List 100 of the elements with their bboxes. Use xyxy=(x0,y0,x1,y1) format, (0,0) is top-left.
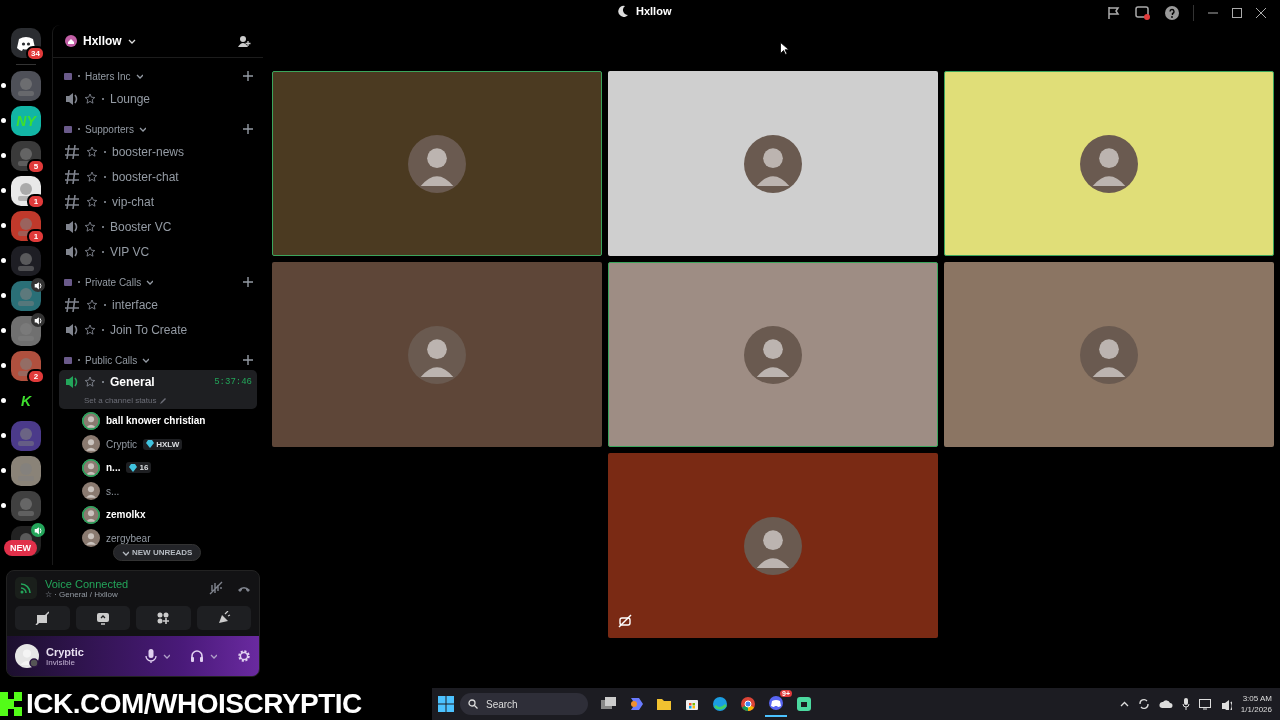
channel-name: Lounge xyxy=(110,91,151,106)
chevron-down-icon[interactable] xyxy=(142,357,150,363)
video-tile[interactable] xyxy=(608,262,938,447)
clock-time[interactable]: 3:05 AM xyxy=(1240,693,1272,704)
camera-off-icon xyxy=(35,611,50,625)
noise-suppression-icon[interactable] xyxy=(209,581,223,595)
star-icon[interactable] xyxy=(84,245,96,258)
add-channel-icon[interactable] xyxy=(243,71,253,81)
add-friend-icon[interactable] xyxy=(237,34,251,48)
star-icon[interactable] xyxy=(86,195,98,208)
chevron-down-icon[interactable] xyxy=(135,73,143,79)
channel-item[interactable]: General 5:37:46 Set a channel status xyxy=(59,370,257,409)
speaker-icon xyxy=(64,243,78,260)
member-name[interactable]: zergybear xyxy=(106,532,151,544)
member-name[interactable]: ball knower christian xyxy=(106,415,206,427)
channel-item[interactable]: vip-chat xyxy=(59,189,257,214)
maximize-icon[interactable] xyxy=(1232,7,1242,18)
settings-icon[interactable] xyxy=(237,649,251,663)
chevron-up-icon[interactable] xyxy=(1119,701,1129,707)
avatar-icon[interactable] xyxy=(15,644,39,668)
video-tile[interactable] xyxy=(608,453,938,638)
unread-badge: 34 xyxy=(26,46,45,61)
channel-item[interactable]: VIP VC xyxy=(59,239,257,264)
hash-icon xyxy=(64,296,80,313)
folder-icon[interactable] xyxy=(656,696,672,712)
chevron-down-icon[interactable] xyxy=(138,126,146,132)
cloud-icon[interactable] xyxy=(1158,699,1173,709)
user-status: Invisible xyxy=(46,657,75,667)
channel-item[interactable]: Join To Create xyxy=(59,317,257,342)
category-name[interactable]: Haters Inc xyxy=(85,70,131,82)
avatar-icon xyxy=(408,325,466,384)
sync-icon[interactable] xyxy=(1137,698,1150,710)
flag-icon[interactable] xyxy=(1107,5,1121,20)
channel-item[interactable]: interface xyxy=(59,292,257,317)
star-icon[interactable] xyxy=(86,170,98,183)
volume-icon[interactable] xyxy=(1219,698,1232,710)
copilot-icon[interactable] xyxy=(628,696,644,712)
microphone-icon[interactable] xyxy=(1181,698,1190,710)
app-icon[interactable] xyxy=(796,696,812,712)
discord-icon[interactable] xyxy=(768,695,784,711)
screen-share-button[interactable] xyxy=(75,606,130,630)
video-tile[interactable] xyxy=(944,262,1274,447)
activities-button[interactable] xyxy=(136,606,191,630)
avatar-icon xyxy=(1080,134,1138,193)
call-timer: 5:37:46 xyxy=(214,377,252,387)
display-icon[interactable] xyxy=(1198,698,1211,710)
pencil-icon[interactable] xyxy=(159,397,167,404)
voice-location[interactable]: ☆ · General / Hxllow xyxy=(45,589,129,599)
add-channel-icon[interactable] xyxy=(243,124,253,134)
channel-item[interactable]: Lounge xyxy=(59,86,257,111)
member-name[interactable]: s... xyxy=(106,485,120,497)
channel-item[interactable]: booster-news xyxy=(59,139,257,164)
video-tile[interactable] xyxy=(272,71,602,256)
headphones-icon[interactable] xyxy=(190,649,204,663)
member-name[interactable]: Cryptic xyxy=(106,438,138,450)
close-icon[interactable] xyxy=(1256,7,1266,18)
avatar-icon xyxy=(744,516,802,575)
star-icon[interactable] xyxy=(84,220,96,233)
category-icon xyxy=(63,71,73,81)
speaker-icon xyxy=(64,374,78,390)
video-tile[interactable] xyxy=(608,71,938,256)
star-icon[interactable] xyxy=(84,323,96,336)
star-icon[interactable] xyxy=(84,376,96,388)
microphone-icon[interactable] xyxy=(145,649,157,663)
star-icon[interactable] xyxy=(84,92,96,105)
task-view-icon[interactable] xyxy=(600,696,616,712)
camera-button[interactable] xyxy=(15,606,70,630)
add-channel-icon[interactable] xyxy=(243,277,253,287)
channel-item[interactable]: booster-chat xyxy=(59,164,257,189)
connection-icon[interactable] xyxy=(15,577,37,599)
channel-name: General xyxy=(110,375,155,389)
hash-icon xyxy=(64,193,80,210)
member-name[interactable]: zemolkx xyxy=(106,509,146,521)
video-tile[interactable] xyxy=(944,71,1274,256)
star-icon[interactable] xyxy=(86,145,98,158)
category-name[interactable]: Supporters xyxy=(85,123,134,135)
category-icon xyxy=(63,355,73,365)
clock-date[interactable]: 1/1/2026 xyxy=(1240,704,1272,715)
screen-record-icon[interactable] xyxy=(1135,5,1151,20)
channel-item[interactable]: Booster VC xyxy=(59,214,257,239)
cursor-icon xyxy=(780,42,789,55)
new-badge[interactable]: NEW xyxy=(4,540,37,556)
new-unreads-button[interactable]: NEW UNREADS xyxy=(113,544,202,561)
soundboard-button[interactable] xyxy=(196,606,251,630)
add-channel-icon[interactable] xyxy=(243,355,253,365)
video-tile[interactable] xyxy=(272,262,602,447)
member-name[interactable]: n... xyxy=(106,462,121,474)
channel-name: Booster VC xyxy=(110,219,172,234)
server-name[interactable]: Hxllow xyxy=(83,34,122,48)
help-icon[interactable] xyxy=(1165,5,1179,20)
hash-icon xyxy=(64,143,80,160)
windows-icon[interactable] xyxy=(438,696,454,712)
channel-name: VIP VC xyxy=(110,244,150,259)
category-name[interactable]: Private Calls xyxy=(85,276,142,288)
edge-icon[interactable] xyxy=(712,696,728,712)
chevron-down-icon[interactable] xyxy=(146,279,154,285)
search-field[interactable]: Search xyxy=(460,693,588,715)
star-icon[interactable] xyxy=(86,298,98,311)
category-name[interactable]: Public Calls xyxy=(85,354,138,366)
chrome-icon[interactable] xyxy=(740,696,756,712)
